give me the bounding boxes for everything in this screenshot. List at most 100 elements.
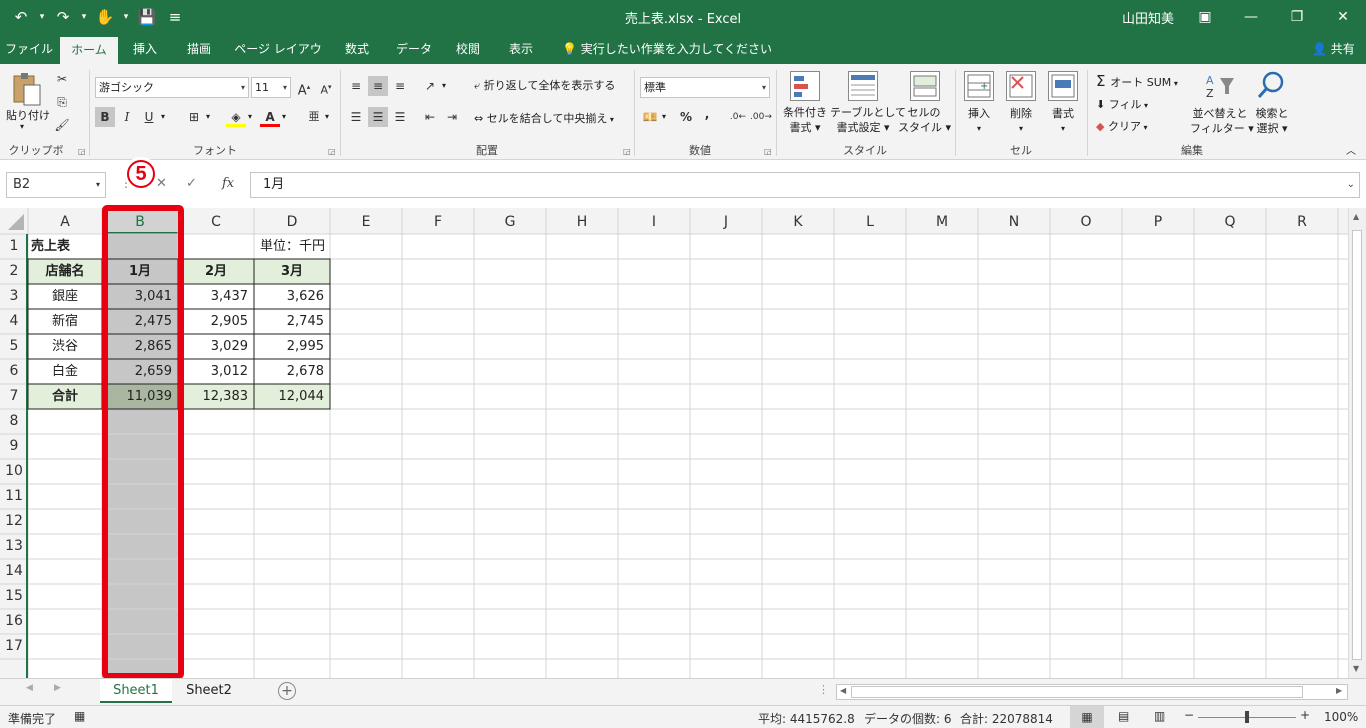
orientation-dropdown-icon[interactable]: ▾ [442,81,446,90]
delete-cells-button[interactable]: 削除 ▾ [1004,106,1038,136]
number-format-combo[interactable]: 標準 ▾ [640,77,770,98]
cell-d2[interactable]: 3月 [257,259,327,284]
fill-color-dropdown-icon[interactable]: ▾ [248,112,252,121]
restore-button[interactable]: ❐ [1274,0,1320,34]
column-header-a[interactable]: A [28,210,102,234]
column-header-l[interactable]: L [834,210,906,234]
cell-d4[interactable]: 2,745 [257,309,327,334]
cell-d5[interactable]: 2,995 [257,334,327,359]
borders-icon[interactable]: ⊞ [184,107,204,127]
row-header-1[interactable]: 1 [0,234,28,259]
format-cells-icon[interactable] [1048,71,1078,101]
find-select-button[interactable]: 検索と 選択 ▾ [1252,106,1292,136]
tell-me-search[interactable]: 💡 実行したい作業を入力してください [562,34,772,64]
row-header-3[interactable]: 3 [0,284,28,309]
formula-input[interactable]: 1月 ⌄ [250,172,1360,198]
sheet-tab-sheet2[interactable]: Sheet2 [176,679,242,703]
add-sheet-icon[interactable]: + [278,682,296,700]
phonetic-dropdown-icon[interactable]: ▾ [325,112,329,121]
cell-a3[interactable]: 銀座 [31,284,99,309]
align-top-icon[interactable]: ≡ [346,76,366,96]
tab-insert[interactable]: 挿入 [122,34,168,64]
cell-c6[interactable]: 3,012 [181,359,251,384]
scroll-left-icon[interactable]: ◀ [840,686,846,695]
cut-icon[interactable]: ✂ [52,69,72,89]
macro-record-icon[interactable]: ▦ [74,709,85,723]
percent-button[interactable]: % [676,107,696,127]
align-bottom-icon[interactable]: ≡ [390,76,410,96]
column-header-e[interactable]: E [330,210,402,234]
cell-d1[interactable]: 単位：千円 [178,234,328,259]
decrease-decimal-icon[interactable]: .00→ [750,107,772,127]
column-header-f[interactable]: F [402,210,474,234]
tab-view[interactable]: 表示 [498,34,544,64]
paste-icon[interactable] [10,72,42,108]
tab-data[interactable]: データ [388,34,440,64]
cell-c4[interactable]: 2,905 [181,309,251,334]
font-size-combo[interactable]: 11 ▾ [251,77,291,98]
row-header-14[interactable]: 14 [0,559,28,584]
page-layout-view-icon[interactable]: ▤ [1118,709,1129,723]
accounting-dropdown-icon[interactable]: ▾ [662,112,666,121]
clipboard-launcher-icon[interactable]: ◲ [78,147,86,156]
row-header-4[interactable]: 4 [0,309,28,334]
zoom-out-icon[interactable]: − [1184,708,1194,722]
paste-dropdown-icon[interactable]: ▾ [20,122,24,131]
name-box[interactable]: B2 ▾ [6,172,106,198]
format-as-table-button[interactable]: テーブルとして 書式設定 ▾ [830,105,906,135]
fill-button[interactable]: ⬇ フィル ▾ [1096,96,1148,112]
conditional-formatting-icon[interactable] [790,71,820,101]
cell-a7[interactable]: 合計 [31,384,99,409]
borders-dropdown-icon[interactable]: ▾ [206,112,210,121]
tab-draw[interactable]: 描画 [176,34,222,64]
format-painter-icon[interactable]: 🖌 [52,115,72,135]
accounting-format-icon[interactable]: 💴 [640,107,660,127]
row-header-7[interactable]: 7 [0,384,28,409]
column-header-h[interactable]: H [546,210,618,234]
close-button[interactable]: ✕ [1320,0,1366,34]
column-header-q[interactable]: Q [1194,210,1266,234]
column-header-p[interactable]: P [1122,210,1194,234]
cell-c3[interactable]: 3,437 [181,284,251,309]
share-button[interactable]: 👤 共有 [1312,34,1355,64]
row-header-11[interactable]: 11 [0,484,28,509]
column-header-c[interactable]: C [178,210,254,234]
cell-c2[interactable]: 2月 [181,259,251,284]
decrease-font-button[interactable]: A▾ [316,77,336,97]
vertical-scroll-thumb[interactable] [1352,230,1362,660]
row-header-8[interactable]: 8 [0,409,28,434]
scroll-up-icon[interactable]: ▲ [1353,212,1359,221]
cell-d6[interactable]: 2,678 [257,359,327,384]
row-header-17[interactable]: 17 [0,634,28,659]
cell-c5[interactable]: 3,029 [181,334,251,359]
row-header-5[interactable]: 5 [0,334,28,359]
column-header-n[interactable]: N [978,210,1050,234]
sort-filter-icon[interactable]: AZ [1204,72,1238,102]
column-header-r[interactable]: R [1266,210,1338,234]
horizontal-scroll-thumb[interactable] [851,686,1303,698]
conditional-formatting-button[interactable]: 条件付き 書式 ▾ [780,105,830,135]
fill-color-icon[interactable]: ◈ [226,107,246,127]
align-center-icon[interactable]: ☰ [368,107,388,127]
tab-formulas[interactable]: 数式 [334,34,380,64]
delete-cells-icon[interactable] [1006,71,1036,101]
format-as-table-icon[interactable] [848,71,878,101]
column-header-d[interactable]: D [254,210,330,234]
align-middle-icon[interactable]: ≡ [368,76,388,96]
autosum-button[interactable]: Σ オート SUM ▾ [1096,72,1178,90]
collapse-ribbon-icon[interactable]: ︿ [1346,142,1356,157]
phonetic-icon[interactable]: 亜 [304,107,324,127]
previous-sheet-icon[interactable]: ◀ [26,683,33,693]
insert-cells-button[interactable]: 挿入 ▾ [962,106,996,136]
row-header-2[interactable]: 2 [0,259,28,284]
column-header-g[interactable]: G [474,210,546,234]
row-header-10[interactable]: 10 [0,459,28,484]
font-color-icon[interactable]: A [260,107,280,127]
tab-page-layout[interactable]: ページ レイアウト [230,34,326,86]
normal-view-icon[interactable]: ▦ [1070,706,1104,728]
horizontal-scrollbar[interactable]: ◀ ▶ [836,684,1348,700]
sheet-tab-sheet1[interactable]: Sheet1 [100,679,172,703]
cell-a6[interactable]: 白金 [31,359,99,384]
page-break-view-icon[interactable]: ▥ [1154,709,1165,723]
font-name-combo[interactable]: 游ゴシック ▾ [95,77,249,98]
